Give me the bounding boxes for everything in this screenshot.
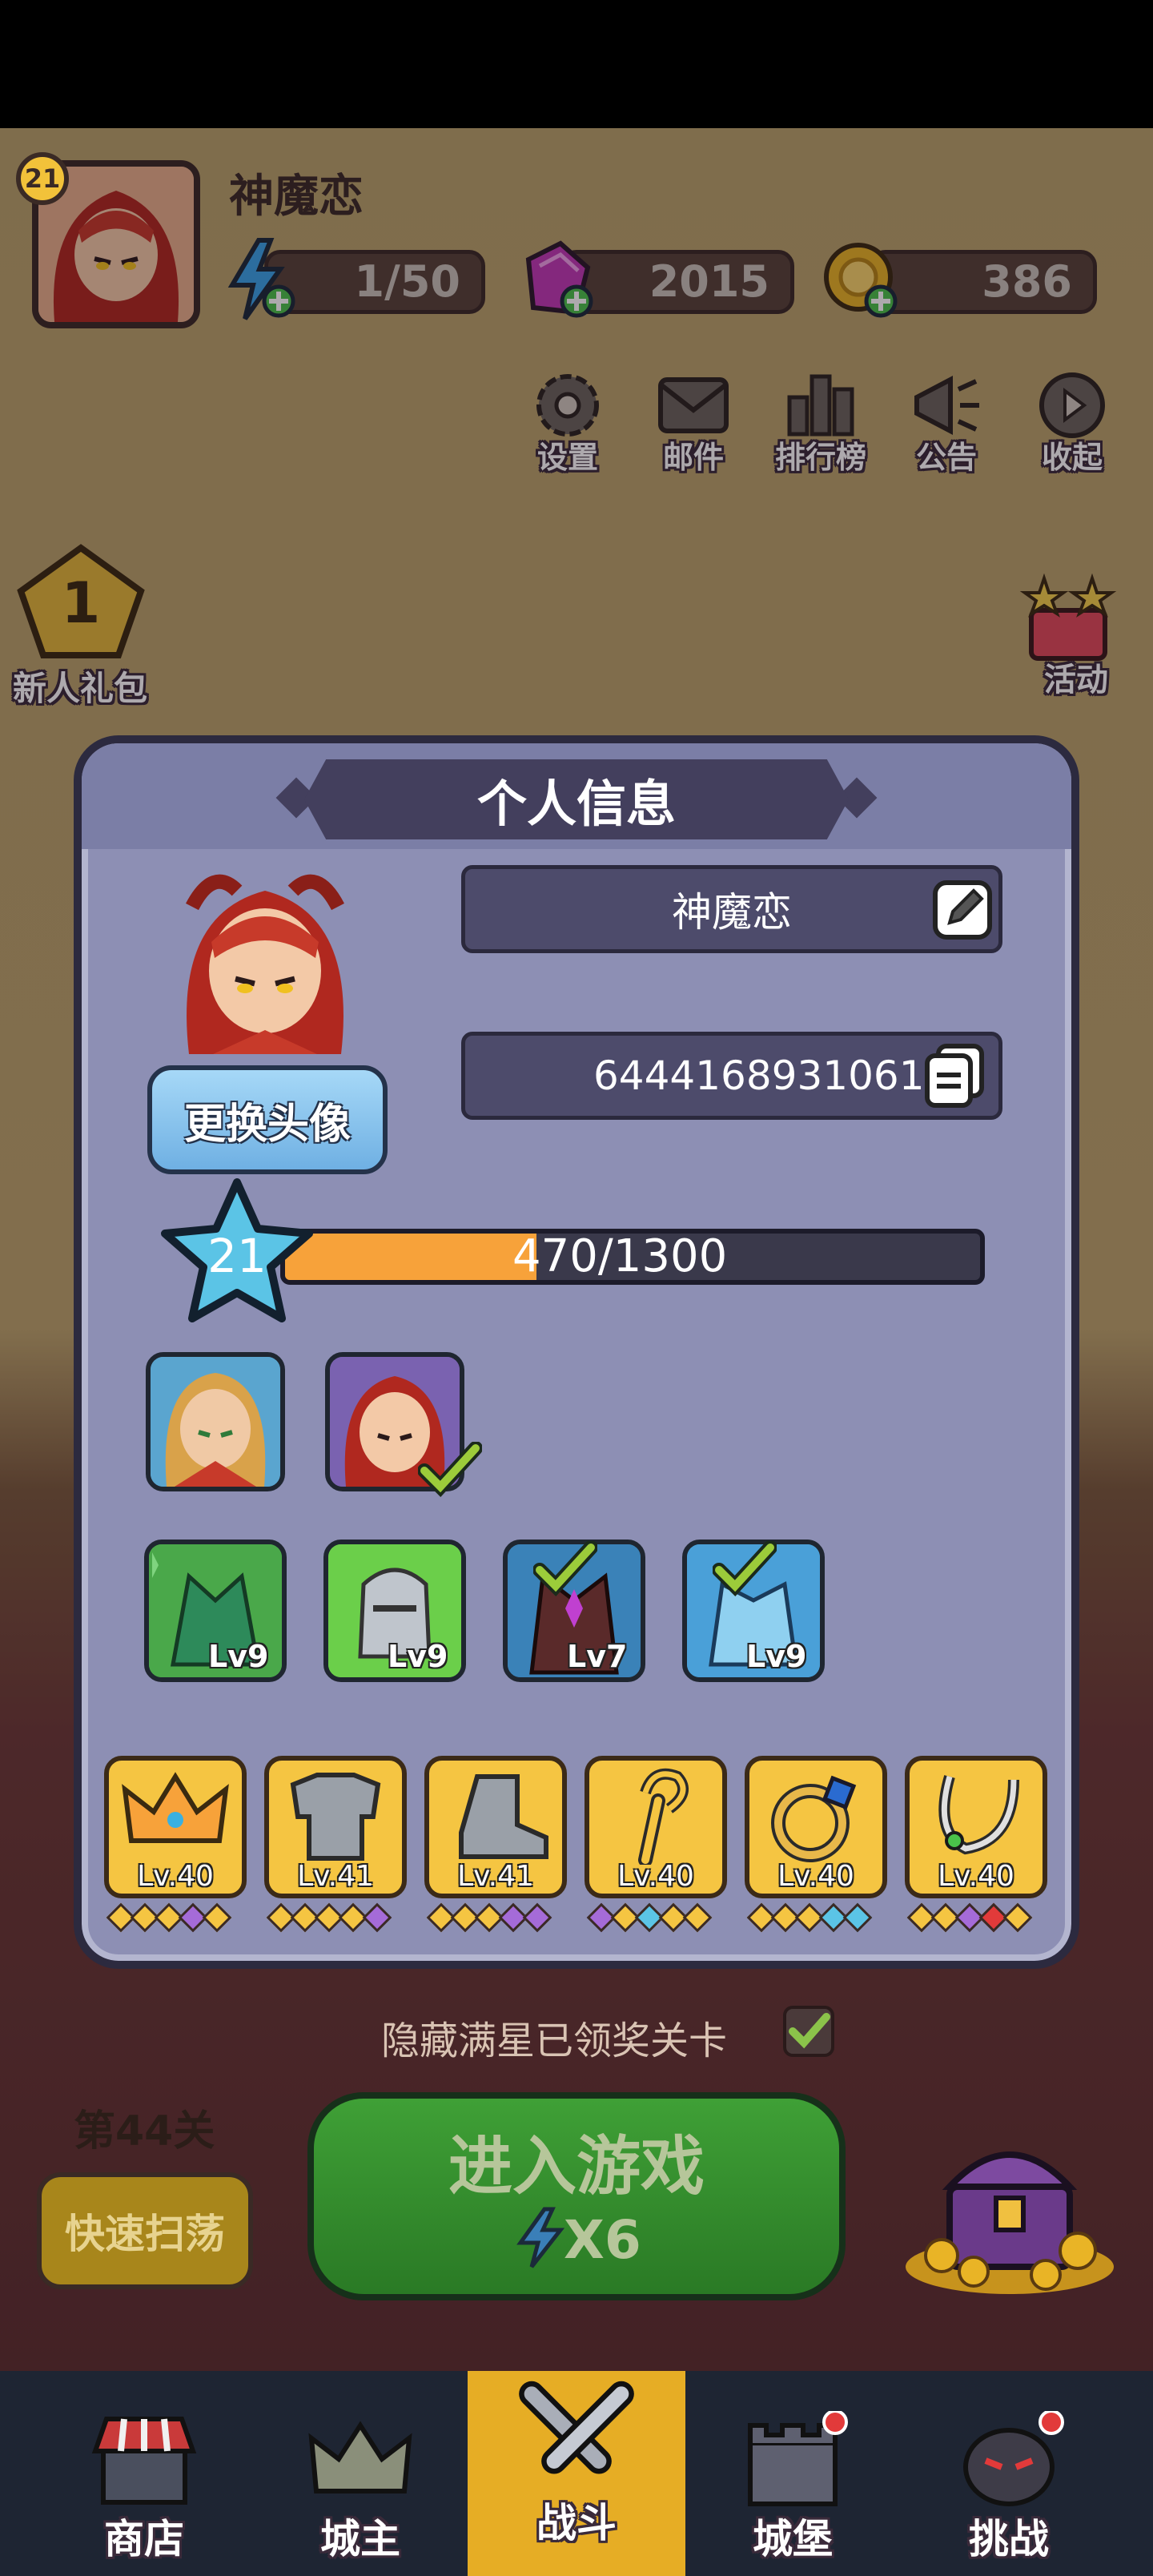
equip-gems-armor [266, 1902, 392, 1933]
equip-gems-staff [586, 1902, 713, 1933]
equip-gems-boots [426, 1902, 552, 1933]
equip-gems-ring [746, 1902, 873, 1933]
equip-slot-boots[interactable]: Lv.41 [424, 1756, 567, 1898]
nav-castle-label: 城堡 [753, 2516, 833, 2562]
gem-slot [202, 1902, 232, 1933]
equip-level: Lv.41 [297, 1860, 374, 1893]
pet-slot-2[interactable]: Lv9 [323, 1540, 466, 1682]
nav-shop-label: 商店 [104, 2516, 184, 2562]
pet-check-icon [713, 1541, 777, 1597]
equip-level: Lv.40 [617, 1860, 694, 1893]
crown-icon [122, 1772, 229, 1843]
name-value: 神魔恋 [672, 889, 792, 936]
xp-bar-fill [285, 1234, 536, 1280]
nav-battle-label: 战斗 [536, 2500, 617, 2546]
equip-slot-armor[interactable]: Lv.41 [264, 1756, 407, 1898]
equip-gems-crown [106, 1902, 232, 1933]
ring-icon [771, 1775, 857, 1862]
armor-icon [290, 1773, 381, 1861]
name-field[interactable]: 神魔恋 [461, 865, 1002, 953]
lightning-icon [516, 2207, 565, 2268]
boots-icon [459, 1774, 548, 1859]
gem-slot [522, 1902, 552, 1933]
game-screen: { "player": { "level": "21", "name": "神魔… [0, 0, 1153, 2576]
profile-level: 21 [207, 1229, 267, 1283]
staff-icon [638, 1768, 689, 1867]
gem-slot [842, 1902, 873, 1933]
gem-slot [682, 1902, 713, 1933]
necklace-icon [938, 1775, 1019, 1855]
crown-icon [308, 2421, 412, 2493]
gem-slot [362, 1902, 392, 1933]
nav-lord-label: 城主 [320, 2516, 400, 2562]
change-avatar-label: 更换头像 [183, 1100, 351, 1149]
xp-text: 470/1300 [512, 1230, 728, 1282]
avatar-option-1[interactable] [146, 1352, 285, 1491]
nav-challenge-label: 挑战 [969, 2516, 1049, 2562]
equip-level: Lv.40 [938, 1860, 1014, 1893]
checkmark-icon [789, 2013, 830, 2049]
profile-avatar-icon [186, 874, 344, 1054]
change-avatar-button[interactable]: 更换头像 [147, 1065, 388, 1174]
equip-level: Lv.41 [457, 1860, 534, 1893]
pet-level: Lv9 [746, 1639, 807, 1674]
castle-icon [748, 2411, 848, 2506]
equip-level: Lv.40 [777, 1860, 854, 1893]
selected-check-icon [418, 1442, 482, 1498]
swords-icon [519, 2381, 634, 2474]
modal-title: 个人信息 [476, 775, 676, 833]
enter-game-label: 进入游戏 [448, 2129, 705, 2204]
equip-level: Lv.40 [137, 1860, 214, 1893]
gem-slot [1002, 1902, 1033, 1933]
nav-shop[interactable]: 商店 [48, 2395, 240, 2576]
nav-challenge[interactable]: 挑战 [913, 2395, 1105, 2576]
pet-level: Lv9 [388, 1639, 448, 1674]
equip-slot-necklace[interactable]: Lv.40 [905, 1756, 1047, 1898]
id-value: 64441689310618 [593, 1053, 950, 1099]
shop-icon [91, 2417, 197, 2505]
status-bar [0, 0, 1153, 128]
equip-gems-necklace [906, 1902, 1033, 1933]
hide-cleared-label: 隐藏满星已领奖关卡 [381, 2019, 728, 2063]
elf-portrait-icon [151, 1357, 280, 1487]
treasure-chest-icon[interactable] [894, 2115, 1126, 2299]
quick-sweep-button[interactable]: 快速扫荡 [37, 2172, 253, 2289]
equip-slot-ring[interactable]: Lv.40 [745, 1756, 887, 1898]
nav-battle[interactable]: 战斗 [480, 2379, 673, 2560]
pet-check-icon [533, 1541, 597, 1597]
pet-level: Lv7 [567, 1639, 628, 1674]
nav-lord[interactable]: 城主 [264, 2395, 456, 2576]
quick-sweep-label: 快速扫荡 [65, 2211, 225, 2257]
challenge-icon [963, 2411, 1064, 2506]
stage-label: 第44关 [74, 2107, 215, 2155]
enter-game-cost: X6 [564, 2209, 641, 2271]
edit-icon[interactable] [929, 876, 996, 944]
player-level-badge: 21 [16, 152, 69, 205]
hide-cleared-checkbox[interactable] [783, 2006, 834, 2057]
equip-slot-crown[interactable]: Lv.40 [104, 1756, 247, 1898]
pet-slot-1[interactable]: Lv9 [144, 1540, 287, 1682]
copy-icon[interactable] [921, 1041, 988, 1109]
nav-castle[interactable]: 城堡 [697, 2395, 889, 2576]
pet-level: Lv9 [208, 1639, 269, 1674]
equip-slot-staff[interactable]: Lv.40 [585, 1756, 727, 1898]
